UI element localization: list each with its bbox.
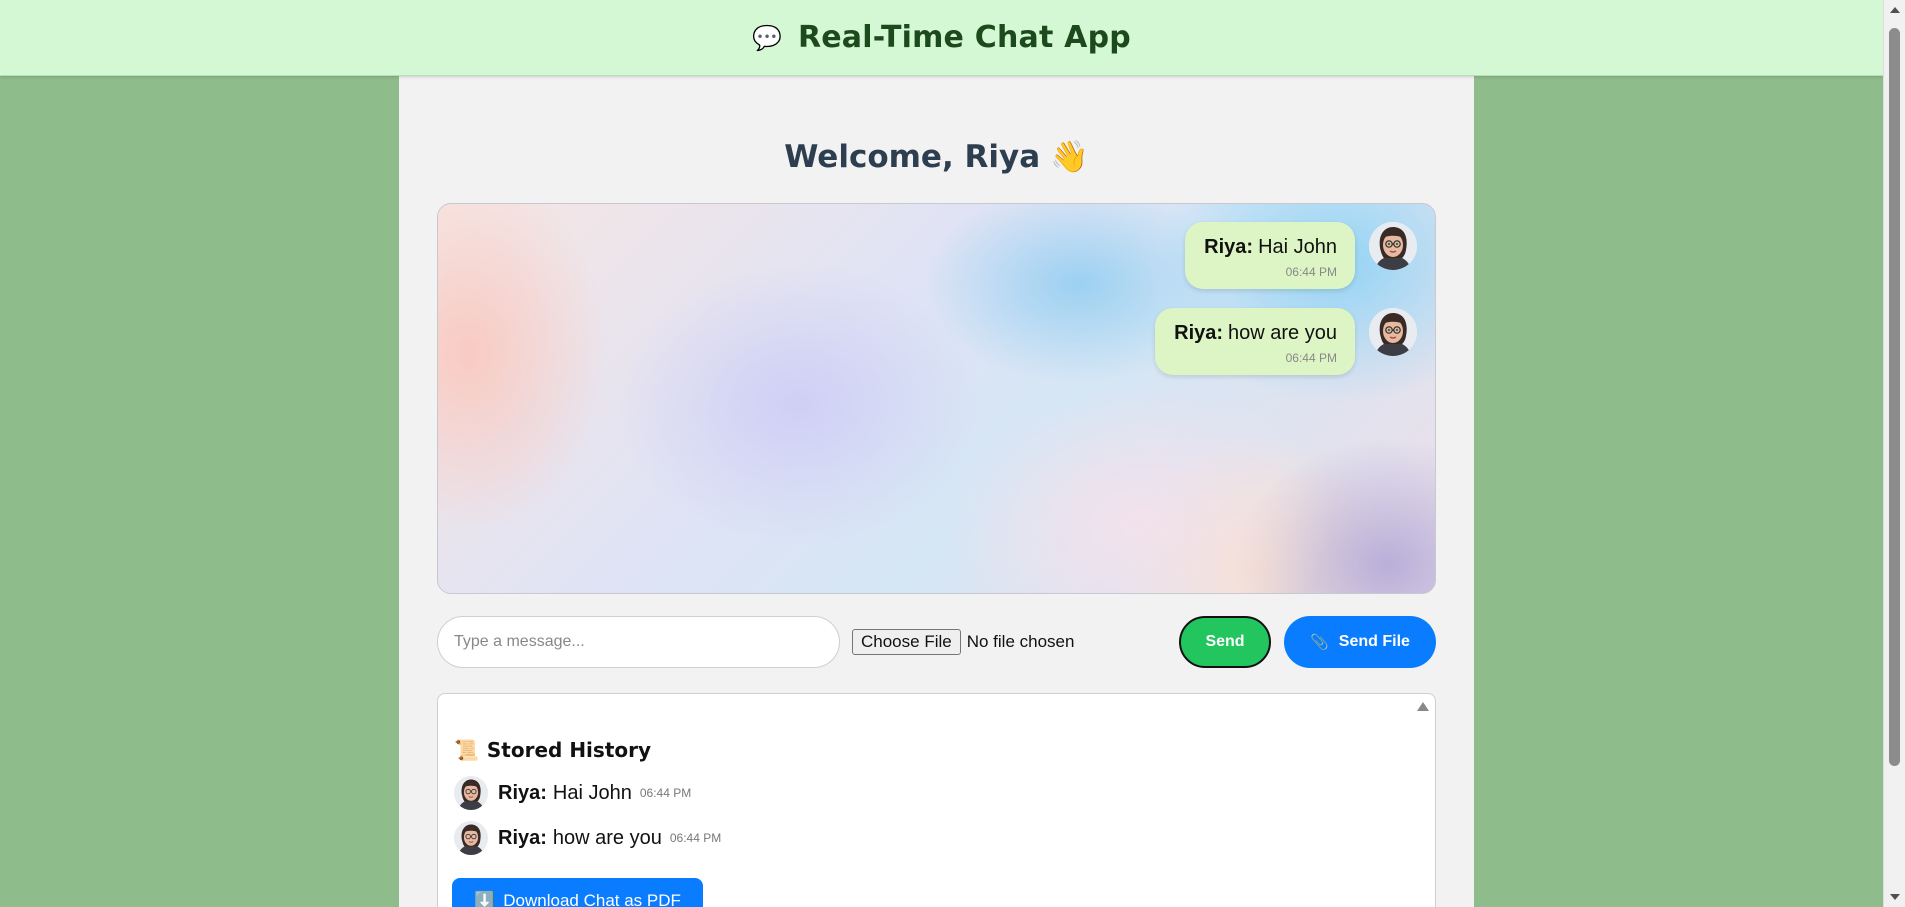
app-header: 💬 Real-Time Chat App	[0, 0, 1883, 76]
user-avatar	[454, 776, 488, 810]
history-sender: Riya:	[498, 781, 547, 804]
message-sender: Riya:	[1174, 322, 1224, 344]
scroll-up-arrow-icon[interactable]	[1890, 7, 1900, 13]
history-time: 06:44 PM	[669, 831, 722, 845]
send-file-button[interactable]: 📎 Send File	[1284, 616, 1436, 668]
speech-bubble-icon: 💬	[752, 23, 782, 52]
history-sender: Riya:	[498, 826, 547, 849]
download-icon: ⬇️	[474, 891, 496, 907]
file-picker: Choose File No file chosen	[852, 629, 1074, 655]
scroll-icon: 📜	[454, 738, 479, 762]
message-time: 06:44 PM	[1285, 351, 1337, 365]
user-avatar	[1369, 308, 1417, 356]
choose-file-button[interactable]: Choose File	[852, 629, 961, 655]
history-time: 06:44 PM	[639, 786, 692, 800]
scroll-up-icon[interactable]	[1417, 702, 1429, 711]
chat-window[interactable]: Riya: Hai John 06:44 PM Riya: how are yo…	[437, 203, 1436, 594]
download-label: Download Chat as PDF	[503, 891, 681, 907]
message-input[interactable]	[437, 616, 840, 668]
page: 💬 Real-Time Chat App Welcome, Riya 👋 Riya…	[0, 0, 1883, 907]
history-title-text: Stored History	[486, 738, 652, 762]
history-title: 📜 Stored History	[454, 738, 651, 762]
main-container: Welcome, Riya👋 Riya:Hai John 06:44 PM	[399, 76, 1474, 907]
chat-message: Riya: how are you 06:44 PM	[1155, 308, 1417, 375]
user-avatar	[454, 821, 488, 855]
message-time: 06:44 PM	[1285, 265, 1337, 279]
download-pdf-button[interactable]: ⬇️ Download Chat as PDF	[452, 878, 703, 907]
user-avatar	[1369, 222, 1417, 270]
welcome-heading: Welcome, Riya 👋	[399, 138, 1474, 175]
history-text: how are you	[552, 826, 662, 849]
welcome-text: Welcome, Riya	[784, 139, 1041, 175]
message-text: how are you	[1228, 322, 1337, 344]
message-text: Hai John	[1258, 236, 1337, 258]
file-status: No file chosen	[966, 632, 1075, 651]
chat-message: Riya: Hai John 06:44 PM	[1185, 222, 1417, 289]
history-item: Riya: Hai John 06:44 PM	[454, 776, 691, 810]
paperclip-icon: 📎	[1310, 634, 1329, 651]
waving-hand-icon: 👋	[1050, 139, 1089, 175]
page-scrollbar[interactable]	[1883, 0, 1905, 907]
message-bubble: Riya: Hai John 06:44 PM	[1185, 222, 1355, 289]
message-sender: Riya:	[1204, 236, 1254, 258]
scroll-down-arrow-icon[interactable]	[1890, 894, 1900, 900]
history-text: Hai John	[552, 781, 632, 804]
app-title: Real-Time Chat App	[797, 20, 1131, 55]
send-file-label: Send File	[1338, 633, 1410, 650]
history-item: Riya: how are you 06:44 PM	[454, 821, 721, 855]
send-button[interactable]: Send	[1179, 616, 1271, 668]
message-composer: Choose File No file chosen Send 📎 Send F…	[437, 616, 1437, 668]
stored-history-panel[interactable]: 📜 Stored History Riya: Hai John 06:44 PM…	[437, 693, 1436, 907]
scrollbar-thumb[interactable]	[1889, 28, 1900, 766]
message-bubble: Riya: how are you 06:44 PM	[1155, 308, 1355, 375]
